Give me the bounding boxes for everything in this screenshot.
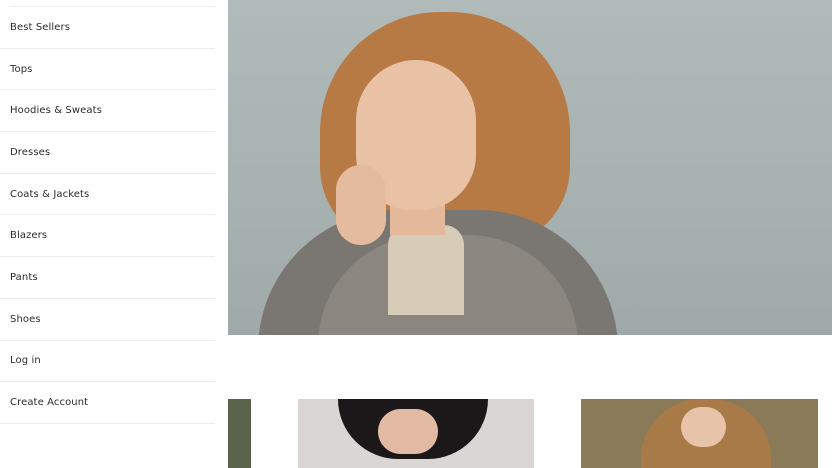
menu-item-label: Dresses [10,146,51,158]
menu-item-create-account[interactable]: Create Account [0,382,215,424]
menu-item-tops[interactable]: Tops [0,49,215,91]
product-model-face [378,409,438,454]
menu-item-label: Log in [10,355,41,367]
menu-item-label: Coats & Jackets [10,188,90,200]
hero-image[interactable] [228,0,832,335]
menu-item-label: Shoes [10,313,41,325]
product-card-image[interactable] [298,399,534,468]
menu-item-log-in[interactable]: Log in [0,341,215,383]
product-model-face [681,407,726,447]
menu-item-label: Pants [10,271,38,283]
menu-item-label: Tops [10,63,33,75]
menu-item-blazers[interactable]: Blazers [0,215,215,258]
menu-item-label: Best Sellers [10,21,71,33]
menu-item-label: Blazers [10,230,48,242]
product-card-image[interactable] [228,399,251,468]
menu-item-hoodies-sweats[interactable]: Hoodies & Sweats [0,90,215,133]
menu-item-label: Hoodies & Sweats [10,105,102,117]
menu-item-best-sellers[interactable]: Best Sellers [0,7,215,49]
hero-model-sweater [388,225,464,315]
menu-item-coats-jackets[interactable]: Coats & Jackets [0,174,215,216]
navigation-drawer: Best Sellers Tops Hoodies & Sweats Dress… [0,0,227,468]
menu-item-pants[interactable]: Pants [0,257,215,299]
menu-item-shoes[interactable]: Shoes [0,299,215,341]
product-card-image[interactable] [581,399,818,468]
drawer-menu: Best Sellers Tops Hoodies & Sweats Dress… [0,7,227,424]
menu-item-label: Create Account [10,397,89,409]
product-grid [228,399,832,468]
menu-item-dresses[interactable]: Dresses [0,132,215,174]
hero-model-hand [336,165,386,245]
